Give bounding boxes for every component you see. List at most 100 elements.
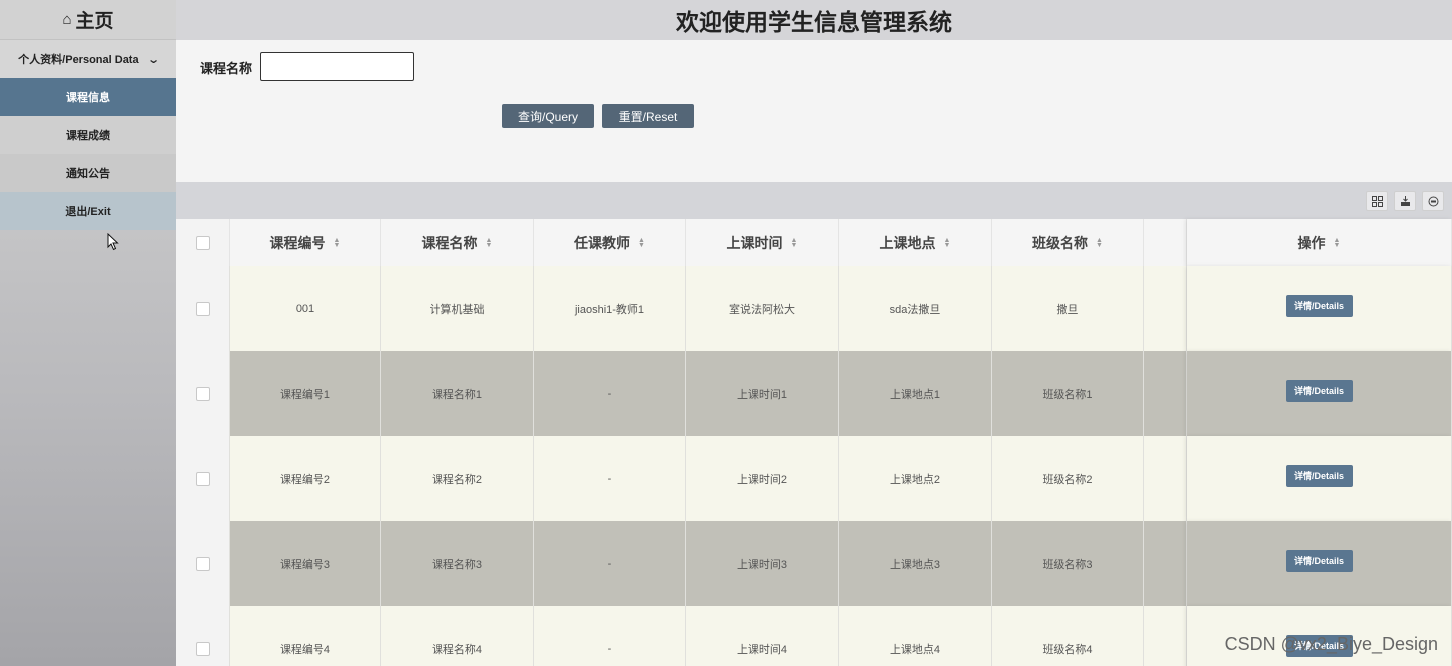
table-cell (1144, 266, 1187, 351)
table-cell: - (534, 521, 686, 606)
table-cell: sda法撒旦 (839, 266, 992, 351)
column-header[interactable]: 班级名称 ▲ ▼ (992, 219, 1144, 266)
reset-button[interactable]: 重置/Reset (602, 104, 694, 128)
table-row: 001 计算机基础 jiaoshi1-教师1 室说法阿松大 sda法撒旦 撒旦 详情/Det… (176, 266, 1452, 351)
chevron-down-icon: ⌄ (146, 53, 160, 66)
sidebar: ⌂ 主页 个人资料/Personal Data ⌄ 课程信息 课程成绩 通知公告… (0, 0, 176, 666)
column-header[interactable]: 课程名称 ▲ ▼ (381, 219, 534, 266)
table-cell: 课程名称4 (381, 606, 534, 666)
details-button[interactable]: 详情/Details (1285, 379, 1353, 402)
column-header[interactable]: 任课教师 ▲ ▼ (534, 219, 686, 266)
column-header-label: 操作 (1297, 234, 1326, 251)
column-header-actions[interactable]: 操作 ▲ ▼ (1187, 219, 1452, 266)
row-select-cell (176, 351, 230, 436)
course-name-label: 课程名称 (200, 61, 253, 76)
sort-icon: ▲ ▼ (485, 236, 493, 249)
column-header-label: 课程编号 (269, 234, 326, 251)
sidebar-item-notices[interactable]: 通知公告 (0, 154, 176, 192)
row-select-cell (176, 606, 230, 666)
sort-icon: ▲ ▼ (943, 236, 951, 249)
actions-cell: 详情/Details (1187, 521, 1452, 606)
row-select-cell (176, 266, 230, 351)
home-icon: ⌂ (62, 11, 72, 28)
column-header (1144, 219, 1187, 266)
row-checkbox[interactable] (195, 301, 210, 316)
row-checkbox[interactable] (195, 386, 210, 401)
print-icon[interactable] (1422, 191, 1444, 211)
table-cell: 室说法阿松大 (686, 266, 839, 351)
table-cell: 班级名称3 (992, 521, 1144, 606)
table-cell (1144, 351, 1187, 436)
column-header-label: 班级名称 (1032, 234, 1089, 251)
course-name-input[interactable] (260, 52, 414, 81)
details-button[interactable]: 详情/Details (1285, 549, 1353, 572)
home-label: 主页 (75, 11, 114, 32)
row-checkbox[interactable] (195, 471, 210, 486)
table-cell: 计算机基础 (381, 266, 534, 351)
export-icon[interactable] (1394, 191, 1416, 211)
sort-icon: ▲ ▼ (1096, 236, 1103, 249)
row-checkbox[interactable] (195, 556, 210, 571)
column-header[interactable]: 上课地点 ▲ ▼ (839, 219, 992, 266)
actions-cell: 详情/Details (1187, 266, 1452, 351)
table-cell: 上课地点1 (839, 351, 992, 436)
column-header-label: 上课时间 (726, 234, 783, 251)
table-cell: 课程编号3 (230, 521, 381, 606)
sidebar-group-personal-data[interactable]: 个人资料/Personal Data ⌄ (0, 40, 176, 78)
sort-icon: ▲ ▼ (333, 236, 341, 249)
table-cell (1144, 436, 1187, 521)
sidebar-item-label: 课程信息 (66, 92, 110, 104)
actions-cell: 详情/Details (1187, 351, 1452, 436)
table-cell: 上课时间1 (686, 351, 839, 436)
actions-cell: 详情/Details (1187, 436, 1452, 521)
home-link[interactable]: ⌂ 主页 (0, 0, 176, 40)
column-header[interactable]: 课程编号 ▲ ▼ (230, 219, 381, 266)
sort-icon: ▲ ▼ (790, 236, 798, 249)
table-cell: 上课时间4 (686, 606, 839, 666)
table-cell: 课程编号4 (230, 606, 381, 666)
table-cell (1144, 606, 1187, 666)
page-header: 欢迎使用学生信息管理系统 (176, 0, 1452, 40)
details-button[interactable]: 详情/Details (1285, 464, 1353, 487)
table-cell: 课程编号2 (230, 436, 381, 521)
table-cell: 班级名称4 (992, 606, 1144, 666)
select-all-cell (176, 219, 230, 266)
sidebar-group-label: 个人资料/Personal Data (18, 54, 139, 66)
row-select-cell (176, 521, 230, 606)
sort-icon: ▲ ▼ (1333, 236, 1341, 249)
sidebar-item-label: 通知公告 (66, 168, 110, 180)
table-cell: 撒旦 (992, 266, 1144, 351)
table-cell: 001 (230, 266, 381, 351)
mouse-cursor-icon (107, 232, 119, 256)
table-cell: 上课时间3 (686, 521, 839, 606)
columns-icon[interactable] (1366, 191, 1388, 211)
table-cell: 上课地点3 (839, 521, 992, 606)
table-cell: 班级名称2 (992, 436, 1144, 521)
table-cell: - (534, 436, 686, 521)
row-checkbox[interactable] (195, 641, 210, 656)
sort-icon: ▲ ▼ (638, 236, 645, 249)
table-cell: 课程名称2 (381, 436, 534, 521)
table-cell: 课程名称1 (381, 351, 534, 436)
column-header-label: 任课教师 (574, 234, 631, 251)
sidebar-item-label: 退出/Exit (65, 206, 111, 218)
table-toolbar (176, 182, 1452, 219)
table-cell: 课程名称3 (381, 521, 534, 606)
table-row: 课程编号1 课程名称1- 上课时间1 上课地点1 班级名称1 详情/Details (176, 351, 1452, 436)
table-cell (1144, 521, 1187, 606)
row-select-cell (176, 436, 230, 521)
table-cell: jiaoshi1-教师1 (534, 266, 686, 351)
sidebar-item-course-info[interactable]: 课程信息 (0, 78, 176, 116)
sidebar-item-label: 课程成绩 (66, 130, 110, 142)
table-cell: - (534, 351, 686, 436)
table-row: 课程编号2 课程名称2- 上课时间2 上课地点2 班级名称2 详情/Details (176, 436, 1452, 521)
column-header[interactable]: 上课时间 ▲ ▼ (686, 219, 839, 266)
sidebar-item-course-grades[interactable]: 课程成绩 (0, 116, 176, 154)
query-button[interactable]: 查询/Query (502, 104, 594, 128)
sidebar-item-exit[interactable]: 退出/Exit (0, 192, 176, 230)
details-button[interactable]: 详情/Details (1285, 294, 1353, 317)
table-row: 课程编号3 课程名称3- 上课时间3 上课地点3 班级名称3 详情/Details (176, 521, 1452, 606)
table-cell: 上课地点4 (839, 606, 992, 666)
table-cell: 班级名称1 (992, 351, 1144, 436)
select-all-checkbox[interactable] (195, 235, 210, 250)
